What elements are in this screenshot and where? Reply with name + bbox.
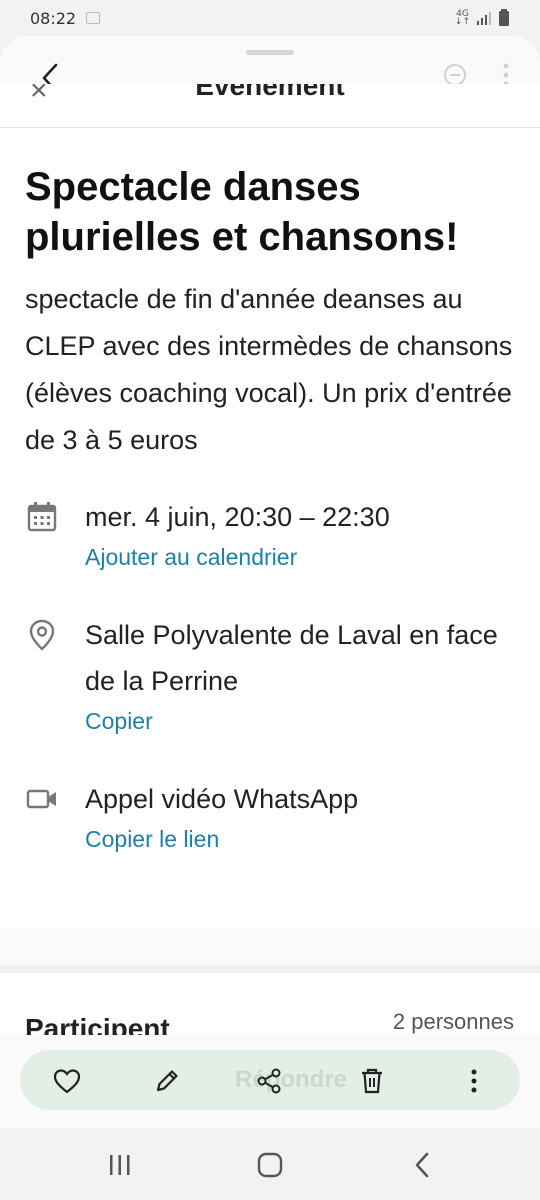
- battery-icon: [499, 9, 509, 26]
- event-title: Spectacle danses plurielles et chansons!: [25, 165, 459, 259]
- status-right: 4G ↓↑: [455, 9, 510, 27]
- home-icon[interactable]: [255, 1150, 285, 1180]
- copy-location-link[interactable]: Copier: [85, 704, 515, 738]
- location-pin-icon: [29, 619, 55, 651]
- event-page-header: × Événement: [0, 84, 540, 128]
- edit-button[interactable]: [150, 1064, 184, 1098]
- participants-count[interactable]: 2 personnes: [393, 1009, 514, 1035]
- event-content: Spectacle danses plurielles et chansons!…: [0, 128, 540, 928]
- participants-section: Participent 2 personnes: [0, 965, 540, 1035]
- copy-link-button[interactable]: Copier le lien: [85, 822, 515, 856]
- bottom-action-bar: Répondre: [20, 1050, 520, 1110]
- video-call-label: Appel vidéo WhatsApp: [85, 784, 359, 814]
- event-date: mer. 4 juin, 20:30 – 22:30: [85, 502, 390, 532]
- system-nav-bar: [0, 1128, 540, 1200]
- status-time: 08:22: [30, 8, 77, 28]
- participants-label: Participent: [25, 1013, 170, 1035]
- date-row: mer. 4 juin, 20:30 – 22:30 Ajouter au ca…: [25, 494, 515, 574]
- video-camera-icon: [26, 789, 56, 809]
- video-row: Appel vidéo WhatsApp Copier le lien: [25, 776, 515, 856]
- sheet-drag-handle[interactable]: [246, 50, 294, 55]
- heart-icon: [53, 1069, 81, 1094]
- calendar-icon: [27, 502, 57, 532]
- share-icon: [257, 1068, 281, 1094]
- network-type-icon: 4G ↓↑: [454, 9, 470, 27]
- signal-icon: [477, 12, 491, 25]
- trash-icon: [362, 1068, 382, 1094]
- image-notification-icon: [86, 12, 101, 24]
- pencil-icon: [156, 1070, 178, 1092]
- status-bar: 08:22 4G ↓↑: [0, 0, 540, 36]
- back-nav-icon[interactable]: [408, 1150, 438, 1180]
- like-button[interactable]: [50, 1064, 84, 1098]
- network-type: 4G: [456, 9, 469, 19]
- event-page-title: Événement: [195, 84, 345, 101]
- more-options-button[interactable]: [457, 1064, 491, 1098]
- event-location: Salle Polyvalente de Laval en face de la…: [85, 620, 498, 696]
- add-to-calendar-link[interactable]: Ajouter au calendrier: [85, 540, 515, 574]
- location-row: Salle Polyvalente de Laval en face de la…: [25, 612, 515, 738]
- event-description: spectacle de fin d'année deanses au CLEP…: [25, 284, 513, 455]
- more-vert-icon: [471, 1069, 477, 1093]
- recent-apps-icon[interactable]: [105, 1150, 135, 1180]
- delete-button[interactable]: [355, 1064, 389, 1098]
- share-button[interactable]: [252, 1064, 286, 1098]
